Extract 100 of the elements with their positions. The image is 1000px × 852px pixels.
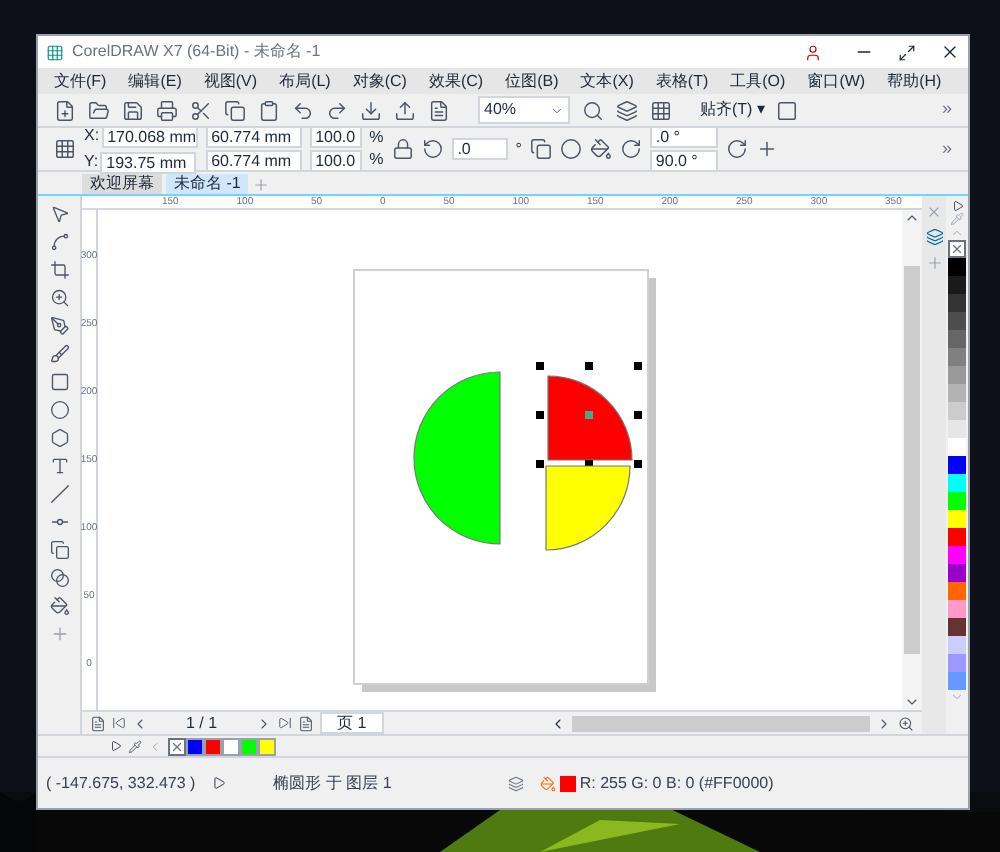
shape-tool-icon[interactable] [49,232,69,252]
rotation-field[interactable]: .0 [451,138,508,160]
caret-icon[interactable] [550,103,564,117]
color-swatch[interactable] [948,672,966,690]
document-tab[interactable]: 欢迎屏幕 [82,174,162,194]
snap-button[interactable]: 贴齐(T) ▾ [700,98,765,122]
scroll-up-icon[interactable] [904,210,920,226]
rotate-icon[interactable] [421,138,444,160]
overflow-button[interactable]: » [941,96,952,124]
menu-item[interactable]: 表格(T) [655,71,709,91]
polygon-icon[interactable] [49,428,69,448]
folder-icon[interactable] [88,99,110,121]
horizontal-scrollbar[interactable] [572,715,870,731]
palette-menu-icon[interactable] [951,200,963,212]
color-swatch[interactable] [948,474,966,492]
color-swatch[interactable] [948,618,966,636]
color-swatch[interactable] [948,654,966,672]
pie-shape[interactable] [547,375,633,461]
blend-icon[interactable] [49,568,69,588]
first-page-icon[interactable] [112,716,126,730]
start-angle-field[interactable]: .0 ° [649,126,718,148]
account-icon[interactable] [804,43,822,61]
menu-item[interactable]: 视图(V) [203,71,258,91]
expand-icon[interactable] [211,776,226,790]
vertical-scrollbar[interactable] [904,266,920,654]
color-swatch[interactable] [948,402,966,420]
selection-handles[interactable] [536,362,642,468]
ellipse-icon[interactable] [559,138,582,160]
document-tab[interactable]: 未命名 -1 [166,174,249,194]
zoom-dropdown[interactable]: 40% [478,96,570,124]
color-swatch[interactable] [948,384,966,402]
color-swatch[interactable] [948,510,966,528]
menu-item[interactable]: 工具(O) [730,71,786,91]
y-field[interactable]: 193.75 mm [100,151,197,173]
pointer-icon[interactable] [49,204,69,224]
menu-item[interactable]: 位图(B) [505,71,559,91]
brush-icon[interactable] [49,344,69,364]
add-page-icon[interactable] [297,715,314,731]
page-tab[interactable]: 页 1 [319,712,385,734]
fill-icon[interactable] [49,596,69,616]
color-swatch[interactable] [948,312,966,330]
new-file-icon[interactable] [54,99,76,121]
color-swatch[interactable] [948,258,966,276]
color-swatch[interactable] [240,737,258,755]
paste-icon[interactable] [258,99,280,121]
pie-shape[interactable] [413,371,501,545]
import-icon[interactable] [360,99,382,121]
eyedropper-icon[interactable] [128,739,142,753]
height-field[interactable]: 60.774 mm [205,150,302,172]
palette-menu-icon[interactable] [110,740,122,752]
color-swatch[interactable] [948,294,966,312]
cut-icon[interactable] [190,99,212,121]
color-swatch[interactable] [948,456,966,474]
menu-item[interactable]: 对象(C) [352,71,407,91]
menu-item[interactable]: 布局(L) [279,71,331,91]
app-icon[interactable] [46,43,64,61]
color-swatch[interactable] [948,276,966,294]
color-swatch[interactable] [948,600,966,618]
text-tool-icon[interactable] [49,456,69,476]
color-swatch[interactable] [948,330,966,348]
zoom-icon[interactable] [582,99,604,121]
width-field[interactable]: 60.774 mm [205,126,302,148]
scroll-down-icon[interactable] [904,694,920,710]
color-swatch[interactable] [948,528,966,546]
menu-item[interactable]: 编辑(E) [128,71,182,91]
export-icon[interactable] [394,99,416,121]
no-color-swatch[interactable] [168,737,186,755]
menu-item[interactable]: 效果(C) [428,71,484,91]
color-swatch[interactable] [204,737,222,755]
crop-icon[interactable] [49,260,69,280]
lock-icon[interactable] [391,138,414,160]
line-icon[interactable] [49,484,69,504]
color-swatch[interactable] [948,348,966,366]
previous-page-icon[interactable] [132,715,148,731]
overflow-button[interactable]: » [941,135,952,163]
zoom-icon[interactable] [49,288,69,308]
last-page-icon[interactable] [277,716,292,730]
color-swatch[interactable] [948,582,966,600]
scroll-right-icon[interactable] [876,715,892,731]
copy-icon[interactable] [224,99,246,121]
color-swatch[interactable] [948,420,966,438]
scale-field[interactable]: 100.0 [309,150,362,172]
color-swatch[interactable] [948,438,966,456]
rectangle-icon[interactable] [49,372,69,392]
add-icon[interactable] [755,138,778,160]
menu-item[interactable]: 文件(F) [54,71,107,91]
color-swatch[interactable] [948,636,966,654]
end-angle-field[interactable]: 90.0 ° [649,150,718,172]
pen-icon[interactable] [49,316,69,336]
print-icon[interactable] [156,99,178,121]
menu-item[interactable]: 窗口(W) [807,71,866,91]
menu-item[interactable]: 文本(X) [580,71,634,91]
ellipse-icon[interactable] [49,400,69,420]
menu-item[interactable]: 帮助(H) [887,71,942,91]
color-swatch[interactable] [222,737,240,755]
color-swatch[interactable] [258,737,276,755]
redo-icon[interactable] [326,99,348,121]
add-page-icon[interactable] [90,715,106,731]
color-swatch[interactable] [948,366,966,384]
color-swatch[interactable] [186,737,204,755]
